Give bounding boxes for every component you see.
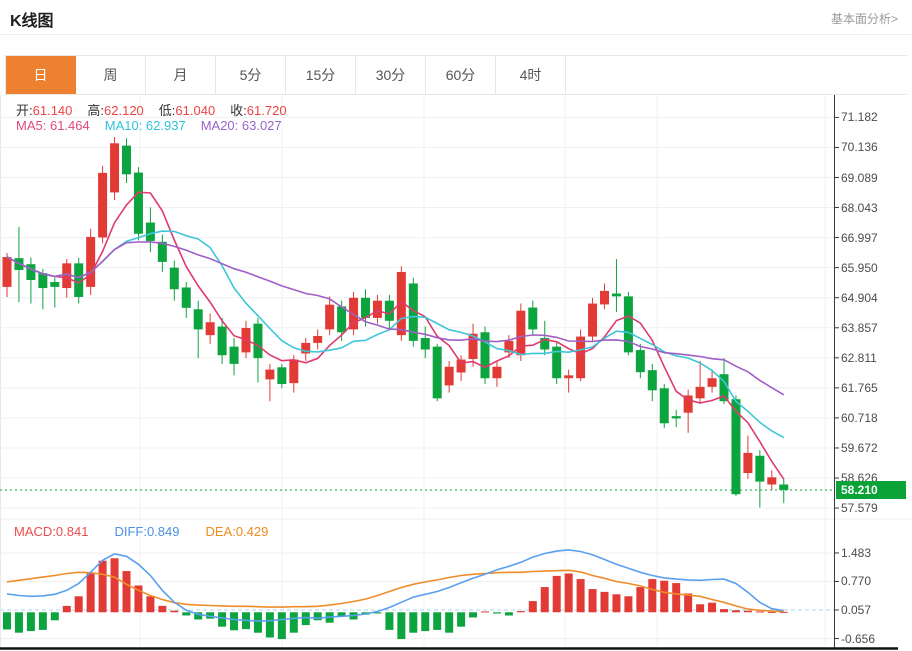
price-tick-62.811: 62.811 [841, 350, 907, 366]
price-tick-64.904: 64.904 [841, 290, 907, 306]
price-tick-63.857: 63.857 [841, 320, 907, 336]
low-readout: 低:61.040 [159, 103, 215, 118]
price-tick-60.718: 60.718 [841, 410, 907, 426]
price-tick-68.043: 68.043 [841, 200, 907, 216]
price-tick-65.950: 65.950 [841, 260, 907, 276]
price-tick-66.997: 66.997 [841, 230, 907, 246]
ma20-readout: MA20: 63.027 [201, 118, 282, 133]
macd-readout: MACD:0.841 DIFF:0.849 DEA:0.429 [14, 524, 294, 539]
macd-tick-0.770: 0.770 [841, 573, 907, 589]
price-tick-70.136: 70.136 [841, 139, 907, 155]
ma-readout: MA5: 61.464 MA10: 62.937 MA20: 63.027 [16, 118, 297, 133]
price-tick-71.182: 71.182 [841, 109, 907, 125]
close-readout: 收:61.720 [230, 103, 286, 118]
candles-layer [3, 137, 789, 507]
price-tick-69.089: 69.089 [841, 170, 907, 186]
ma5-readout: MA5: 61.464 [16, 118, 90, 133]
ma10-readout: MA10: 62.937 [105, 118, 186, 133]
macd-tick-1.483: 1.483 [841, 545, 907, 561]
macd-layer [3, 550, 788, 639]
current-price-badge: 58.210 [836, 481, 906, 499]
price-tick-59.672: 59.672 [841, 440, 907, 456]
dea-value-readout: DEA:0.429 [205, 524, 268, 539]
macd-tick-0.057: 0.057 [841, 602, 907, 618]
open-readout: 开:61.140 [16, 103, 72, 118]
price-tick-61.765: 61.765 [841, 380, 907, 396]
price-tick-57.579: 57.579 [841, 500, 907, 516]
ohlc-readout: 开:61.140 高:62.120 低:61.040 收:61.720 [16, 100, 302, 119]
kline-chart-svg [0, 0, 912, 651]
kline-widget: K线图 基本面分析> 日周月5分15分30分60分4时 开:61.140高:62… [0, 0, 912, 651]
diff-value-readout: DIFF:0.849 [114, 524, 179, 539]
high-readout: 高:62.120 [87, 103, 143, 118]
macd-tick--0.656: -0.656 [841, 631, 907, 647]
chart-area[interactable]: 开:61.140 高:62.120 低:61.040 收:61.720 MA5: 61… [0, 95, 912, 651]
macd-value-readout: MACD:0.841 [14, 524, 88, 539]
ma-lines-layer [0, 192, 834, 490]
